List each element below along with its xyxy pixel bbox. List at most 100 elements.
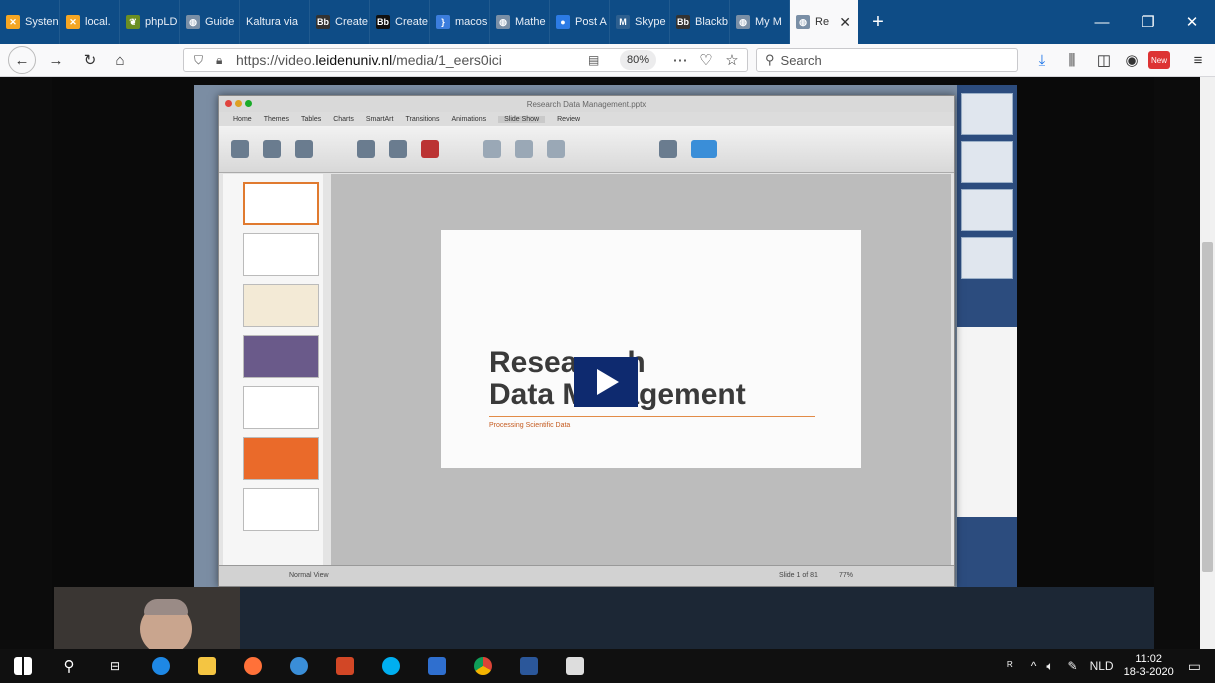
- edge-button[interactable]: [144, 649, 178, 683]
- tab-local[interactable]: ✕ local.: [60, 0, 120, 44]
- ribbon-tab: Themes: [263, 115, 289, 123]
- back-button[interactable]: ←: [8, 46, 36, 74]
- tab-macos[interactable]: } macos: [430, 0, 490, 44]
- desktop-thumbnail: [961, 141, 1013, 183]
- folder-icon: [198, 657, 216, 675]
- file-explorer-button[interactable]: [190, 649, 224, 683]
- skype-taskbar-button[interactable]: [374, 649, 408, 683]
- chevron-up-icon[interactable]: ^: [1031, 659, 1037, 673]
- navigation-bar: ← → ↻ ⌂ ⛉ 🔒︎ https://video.leidenuniv.nl…: [0, 44, 1215, 77]
- ribbon-tab: SmartArt: [365, 115, 394, 123]
- new-badge-icon[interactable]: New: [1148, 51, 1170, 69]
- tab-kaltura[interactable]: Kaltura via: [240, 0, 310, 44]
- network-app-button[interactable]: [420, 649, 454, 683]
- clock-time: 11:02: [1135, 653, 1163, 665]
- home-button[interactable]: ⌂: [108, 48, 132, 72]
- pocket-icon[interactable]: ♡: [694, 48, 718, 72]
- ribbon-button-icon: [691, 140, 717, 158]
- minimize-button[interactable]: —: [1079, 0, 1125, 44]
- reader-view-icon[interactable]: ▤: [588, 53, 599, 67]
- windows-logo-icon: [14, 657, 32, 675]
- blackboard-icon: Bb: [316, 15, 330, 29]
- scrollbar-thumb[interactable]: [1202, 242, 1213, 572]
- sidebar-icon[interactable]: ◫: [1092, 48, 1116, 72]
- close-tab-icon[interactable]: ✕: [839, 14, 851, 31]
- tab-guide[interactable]: ◍ Guide: [180, 0, 240, 44]
- slide-thumbnail: [243, 335, 319, 378]
- library-icon[interactable]: ⫼: [1060, 48, 1084, 72]
- download-icon[interactable]: ⤓: [1030, 48, 1054, 72]
- app-button[interactable]: [282, 649, 316, 683]
- chrome-button[interactable]: [466, 649, 500, 683]
- search-icon: ⚲: [63, 658, 75, 675]
- speaker-icon[interactable]: 🔈︎: [1046, 659, 1053, 674]
- photos-button[interactable]: [558, 649, 592, 683]
- start-button[interactable]: [6, 649, 40, 683]
- ribbon-tab: Transitions: [405, 115, 440, 123]
- slide-thumbnail-panel: [223, 174, 323, 566]
- network-icon: [428, 657, 446, 675]
- bookmark-star-icon[interactable]: ☆: [720, 48, 744, 72]
- ribbon-button-icon: [295, 140, 313, 158]
- page-actions-icon[interactable]: ⋯: [668, 48, 692, 72]
- notification-icon[interactable]: ▭: [1188, 658, 1201, 675]
- photos-icon: [566, 657, 584, 675]
- ribbon-button-icon: [389, 140, 407, 158]
- tab-post[interactable]: ● Post A: [550, 0, 610, 44]
- new-tab-button[interactable]: +: [858, 0, 898, 44]
- search-taskbar-button[interactable]: ⚲: [52, 649, 86, 683]
- tab-my[interactable]: ◍ My M: [730, 0, 790, 44]
- people-icon[interactable]: ᴿ: [1007, 659, 1012, 673]
- restore-button[interactable]: ❐: [1125, 0, 1171, 44]
- menu-icon[interactable]: ≡: [1186, 48, 1210, 72]
- globe-icon: ◍: [186, 15, 200, 29]
- zoom-level-badge[interactable]: 80%: [620, 50, 656, 70]
- url-bar[interactable]: ⛉ 🔒︎ https://video.leidenuniv.nl/media/1…: [183, 48, 748, 72]
- chat-icon: ●: [556, 15, 570, 29]
- firefox-button[interactable]: [236, 649, 270, 683]
- account-icon[interactable]: ◉: [1120, 48, 1144, 72]
- firefox-icon: [244, 657, 262, 675]
- blackboard-icon: Bb: [376, 15, 390, 29]
- reload-button[interactable]: ↻: [78, 48, 102, 72]
- recorded-file-list: [957, 327, 1017, 517]
- presentation-statusbar: Normal View Slide 1 of 81 77%: [219, 565, 954, 586]
- ribbon-tab: Home: [233, 115, 252, 123]
- tab-blackboard[interactable]: Bb Blackb: [670, 0, 730, 44]
- skype-icon: M: [616, 15, 630, 29]
- tab-system[interactable]: ✕ Systen: [0, 0, 60, 44]
- word-button[interactable]: [512, 649, 546, 683]
- globe-icon: ◍: [796, 15, 810, 29]
- ribbon-tab-selected: Slide Show: [498, 115, 546, 123]
- clock[interactable]: 11:02 18-3-2020: [1124, 653, 1174, 679]
- play-button[interactable]: [574, 357, 638, 407]
- ribbon-tab: Charts: [333, 115, 354, 123]
- ribbon-button-icon: [421, 140, 439, 158]
- ribbon-tabs: Home Themes Tables Charts SmartArt Trans…: [219, 112, 954, 126]
- page-scrollbar[interactable]: [1200, 77, 1215, 649]
- close-window-button[interactable]: ✕: [1169, 0, 1215, 44]
- language-indicator[interactable]: NLD: [1090, 659, 1114, 673]
- tab-phpldapadmin[interactable]: ❦ phpLD: [120, 0, 180, 44]
- tab-mathe[interactable]: ◍ Mathe: [490, 0, 550, 44]
- ribbon-button-icon: [515, 140, 533, 158]
- video-bottom-strip: [240, 587, 1154, 649]
- tab-research-active[interactable]: ◍ Re ✕: [790, 0, 858, 44]
- url-text: https://video.leidenuniv.nl/media/1_eers…: [236, 52, 502, 68]
- tab-skype[interactable]: M Skype: [610, 0, 670, 44]
- minimize-dot-icon: [235, 100, 242, 107]
- tab-create-1[interactable]: Bb Create: [310, 0, 370, 44]
- phpldapadmin-icon: ❦: [126, 15, 140, 29]
- search-input[interactable]: ⚲ Search: [756, 48, 1018, 72]
- video-player[interactable]: Research Data Management.pptx Home Theme…: [52, 77, 1154, 649]
- forward-button[interactable]: →: [44, 48, 68, 72]
- lock-icon[interactable]: 🔒︎: [216, 53, 222, 68]
- tab-create-2[interactable]: Bb Create: [370, 0, 430, 44]
- task-view-button[interactable]: ⊟: [98, 649, 132, 683]
- system-tray: ᴿ ^ 🔈︎ ✎ NLD 11:02 18-3-2020 ▭: [1007, 649, 1215, 683]
- shield-icon[interactable]: ⛉: [194, 53, 203, 68]
- slide-divider: [489, 416, 815, 417]
- pen-icon[interactable]: ✎: [1068, 659, 1078, 673]
- powerpoint-button[interactable]: [328, 649, 362, 683]
- ribbon-button-icon: [231, 140, 249, 158]
